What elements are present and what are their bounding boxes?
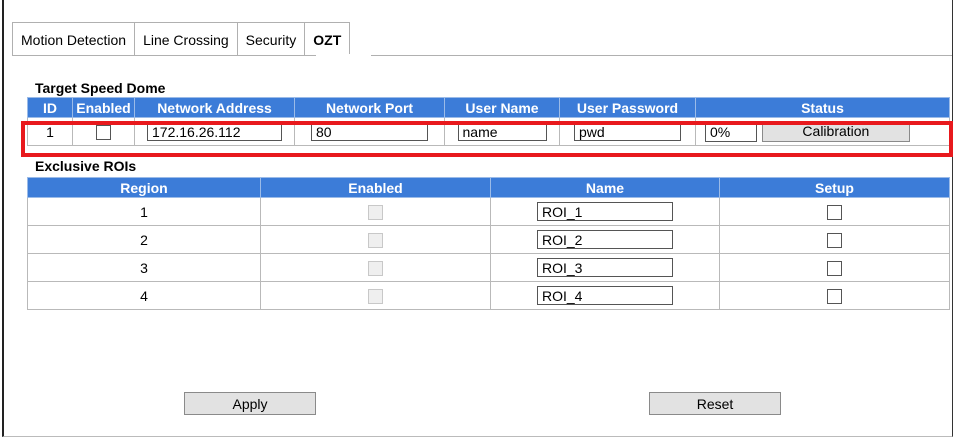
user-password-input[interactable] — [574, 122, 681, 141]
network-address-input[interactable] — [147, 122, 282, 141]
col-network-port: Network Port — [294, 97, 445, 118]
col-region: Region — [27, 177, 261, 198]
target-speed-dome-table: ID Enabled Network Address Network Port … — [27, 97, 950, 146]
roi-name-input[interactable] — [537, 286, 673, 305]
col-enabled: Enabled — [72, 97, 135, 118]
region-number: 2 — [27, 225, 261, 254]
table-row: 2 — [27, 225, 950, 254]
roi-enabled-checkbox — [368, 260, 383, 276]
col-network-address: Network Address — [134, 97, 295, 118]
roi-enabled-checkbox — [368, 288, 383, 304]
roi-setup-checkbox[interactable] — [827, 232, 842, 248]
col-roi-name: Name — [490, 177, 720, 198]
region-number: 4 — [27, 281, 261, 310]
exclusive-rois-table: Region Enabled Name Setup 1 2 3 4 — [27, 177, 950, 310]
table-row: 3 — [27, 253, 950, 282]
col-status: Status — [695, 97, 950, 118]
roi-name-input[interactable] — [537, 258, 673, 277]
table-row: 1 — [27, 197, 950, 226]
dome-id: 1 — [27, 117, 73, 146]
tab-ozt[interactable]: OZT — [304, 23, 351, 56]
roi-enabled-checkbox — [368, 232, 383, 248]
status-progress-field — [705, 122, 757, 142]
region-number: 3 — [27, 253, 261, 282]
tab-bar: Motion Detection Line Crossing Security … — [12, 22, 351, 56]
roi-setup-checkbox[interactable] — [827, 260, 842, 276]
roi-name-input[interactable] — [537, 230, 673, 249]
table-row: 1 Calibration — [27, 117, 950, 146]
tab-security[interactable]: Security — [236, 23, 305, 56]
col-id: ID — [27, 97, 73, 118]
col-setup: Setup — [719, 177, 950, 198]
user-name-input[interactable] — [457, 122, 547, 141]
region-number: 1 — [27, 197, 261, 226]
calibration-button[interactable]: Calibration — [761, 121, 910, 142]
col-roi-enabled: Enabled — [260, 177, 491, 198]
settings-panel: Motion Detection Line Crossing Security … — [2, 0, 953, 437]
roi-setup-checkbox[interactable] — [827, 204, 842, 220]
tab-divider — [12, 55, 952, 56]
roi-setup-checkbox[interactable] — [827, 288, 842, 304]
dome-enabled-checkbox[interactable] — [96, 124, 111, 140]
table-row: 4 — [27, 281, 950, 310]
reset-button[interactable]: Reset — [649, 392, 781, 415]
target-speed-dome-title: Target Speed Dome — [35, 80, 166, 96]
col-user-password: User Password — [559, 97, 696, 118]
roi-name-input[interactable] — [537, 202, 673, 221]
roi-enabled-checkbox — [368, 204, 383, 220]
exclusive-rois-title: Exclusive ROIs — [35, 158, 137, 174]
col-user-name: User Name — [444, 97, 560, 118]
tab-line-crossing[interactable]: Line Crossing — [134, 23, 237, 56]
network-port-input[interactable] — [311, 122, 428, 141]
tab-motion-detection[interactable]: Motion Detection — [12, 23, 135, 56]
apply-button[interactable]: Apply — [184, 392, 316, 415]
